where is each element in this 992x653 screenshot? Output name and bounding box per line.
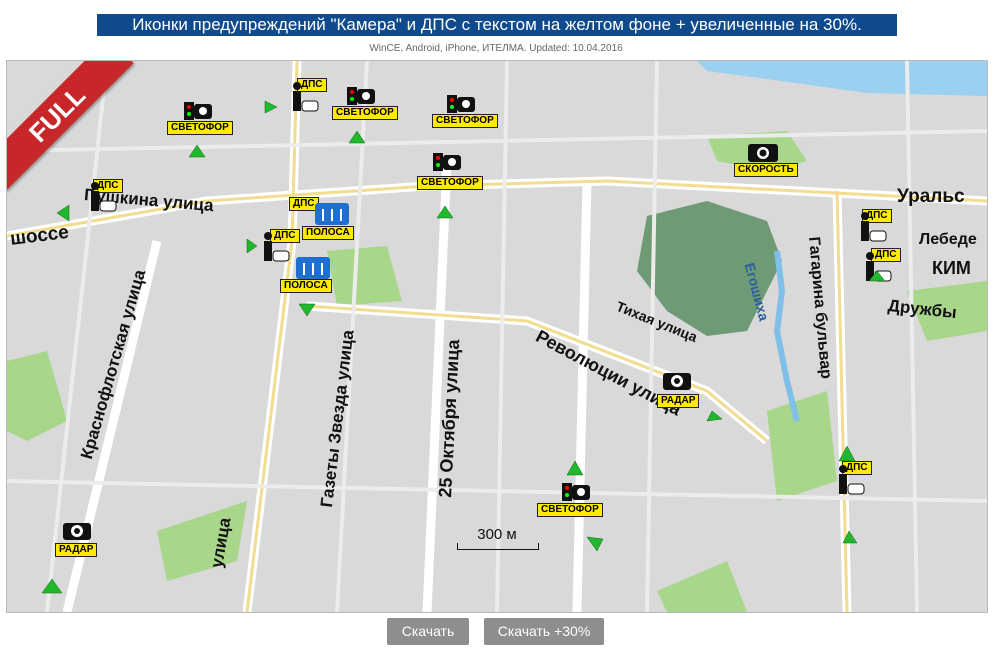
direction-arrow-icon <box>838 445 856 462</box>
direction-arrow-icon <box>566 460 584 476</box>
scale-bar <box>457 543 539 550</box>
direction-arrow-icon <box>706 410 723 422</box>
direction-arrow-icon <box>586 536 604 552</box>
direction-arrow-icon <box>264 100 278 114</box>
map-view[interactable]: FULL Пушкина улица шоссе Краснофлотская … <box>6 60 988 613</box>
direction-arrow-icon <box>41 578 63 594</box>
direction-arrow-icon <box>842 530 858 544</box>
scale-label: 300 м <box>477 526 517 543</box>
direction-arrow-icon <box>188 144 206 158</box>
download-button[interactable]: Скачать <box>387 618 469 645</box>
direction-arrow-icon <box>348 130 366 144</box>
page-subtitle: WinCE, Android, iPhone, ИТЕЛМА. Updated:… <box>369 43 623 54</box>
download-plus-button[interactable]: Скачать +30% <box>484 618 604 645</box>
direction-arrow-icon <box>56 204 70 222</box>
direction-arrow-icon <box>298 303 316 317</box>
direction-arrow-icon <box>868 270 886 282</box>
direction-arrow-icon <box>436 205 454 219</box>
page-title: Иконки предупреждений "Камера" и ДПС с т… <box>97 14 897 36</box>
direction-arrow-icon <box>246 238 258 254</box>
